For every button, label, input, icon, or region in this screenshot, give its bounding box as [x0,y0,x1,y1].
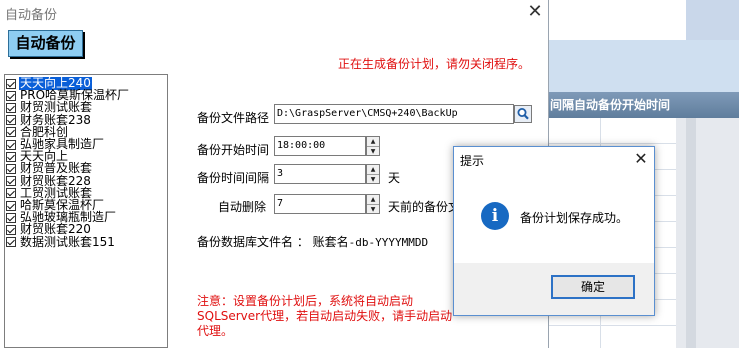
spin-down-icon[interactable]: ▼ [367,205,379,214]
magnifier-icon [517,108,529,120]
start-time-label: 备份开始时间 [197,143,270,157]
background-ribbon [548,40,739,92]
checkbox-checked-icon[interactable] [6,115,16,126]
close-icon[interactable]: ✕ [522,0,548,24]
auto-backup-button[interactable]: 自动备份 [8,30,83,57]
checkbox-checked-icon[interactable] [6,176,16,187]
interval-label: 备份时间间隔 [197,171,270,185]
status-message: 正在生成备份计划，请勿关闭程序。 [338,57,531,71]
background-tab[interactable] [686,0,739,40]
path-label: 备份文件路径 [197,111,270,125]
start-time-spinner[interactable]: ▲ ▼ [366,136,380,156]
path-input[interactable]: D:\GraspServer\CMSQ+240\BackUp [274,104,514,124]
auto-delete-spinner[interactable]: ▲ ▼ [366,194,380,214]
background-column-header[interactable]: 间隔自动备份开始时间 [550,92,670,118]
db-filename-prefix: 账套名 [312,235,349,249]
interval-spinner[interactable]: ▲ ▼ [366,164,380,184]
browse-folder-button[interactable] [514,105,532,123]
checkbox-checked-icon[interactable] [6,127,16,138]
checkbox-checked-icon[interactable] [6,212,16,223]
auto-delete-input[interactable]: 7 [274,194,366,214]
background-grid-header[interactable]: 间隔自动备份开始时间 [548,92,739,119]
start-time-input[interactable]: 18:00:00 [274,136,366,156]
dialog-title: 提示 [460,154,485,168]
success-dialog: 提示 ✕ i 备份计划保存成功。 确定 [453,146,655,316]
grid-row[interactable] [548,326,676,348]
db-filename-label: 备份数据库文件名 ： [197,235,309,249]
checkbox-checked-icon[interactable] [6,188,16,199]
window-title: 自动备份 [5,8,58,23]
dialog-footer: 确定 [454,263,654,315]
checkbox-checked-icon[interactable] [6,163,16,174]
spin-up-icon[interactable]: ▲ [367,165,379,175]
checkbox-checked-icon[interactable] [6,90,16,101]
dialog-close-icon[interactable]: ✕ [630,149,652,169]
db-filename-row: 备份数据库文件名 ： 账套名-db-YYYYMMDD [197,233,428,250]
account-item[interactable]: 数据测试账套151 [6,234,116,249]
auto-delete-unit: 天前的备份文 [388,200,461,214]
grid-row[interactable] [548,118,676,144]
dialog-message: 备份计划保存成功。 [520,211,629,225]
spin-down-icon[interactable]: ▼ [367,175,379,184]
title-bar[interactable]: 自动备份 ✕ [0,0,548,24]
checkbox-checked-icon[interactable] [6,151,16,162]
info-icon: i [481,202,509,230]
auto-delete-label: 自动删除 [218,200,267,214]
interval-unit: 天 [388,171,401,185]
sql-agent-note: 注意：设置备份计划后，系统将自动启动SQLServer代理，若自动启动失败，请手… [197,294,453,338]
checkbox-checked-icon[interactable] [6,224,16,235]
checkbox-checked-icon[interactable] [6,139,16,150]
checkbox-checked-icon[interactable] [6,78,16,89]
spin-down-icon[interactable]: ▼ [367,147,379,156]
checkbox-checked-icon[interactable] [6,200,16,211]
vertical-scrollbar[interactable] [686,118,696,348]
ok-button[interactable]: 确定 [551,275,635,299]
account-label: 数据测试账套151 [20,234,115,249]
checkbox-checked-icon[interactable] [6,237,16,248]
db-filename-pattern: -db-YYYYMMDD [348,236,429,249]
spin-up-icon[interactable]: ▲ [367,195,379,205]
checkbox-checked-icon[interactable] [6,102,16,113]
account-list[interactable]: 天天向上240 PRO哈莫斯保温杯厂 财贸测试账套 财务账套238 合肥科创 弘驰家具制造… [4,74,168,348]
interval-input[interactable]: 3 [274,164,366,184]
spin-up-icon[interactable]: ▲ [367,137,379,147]
